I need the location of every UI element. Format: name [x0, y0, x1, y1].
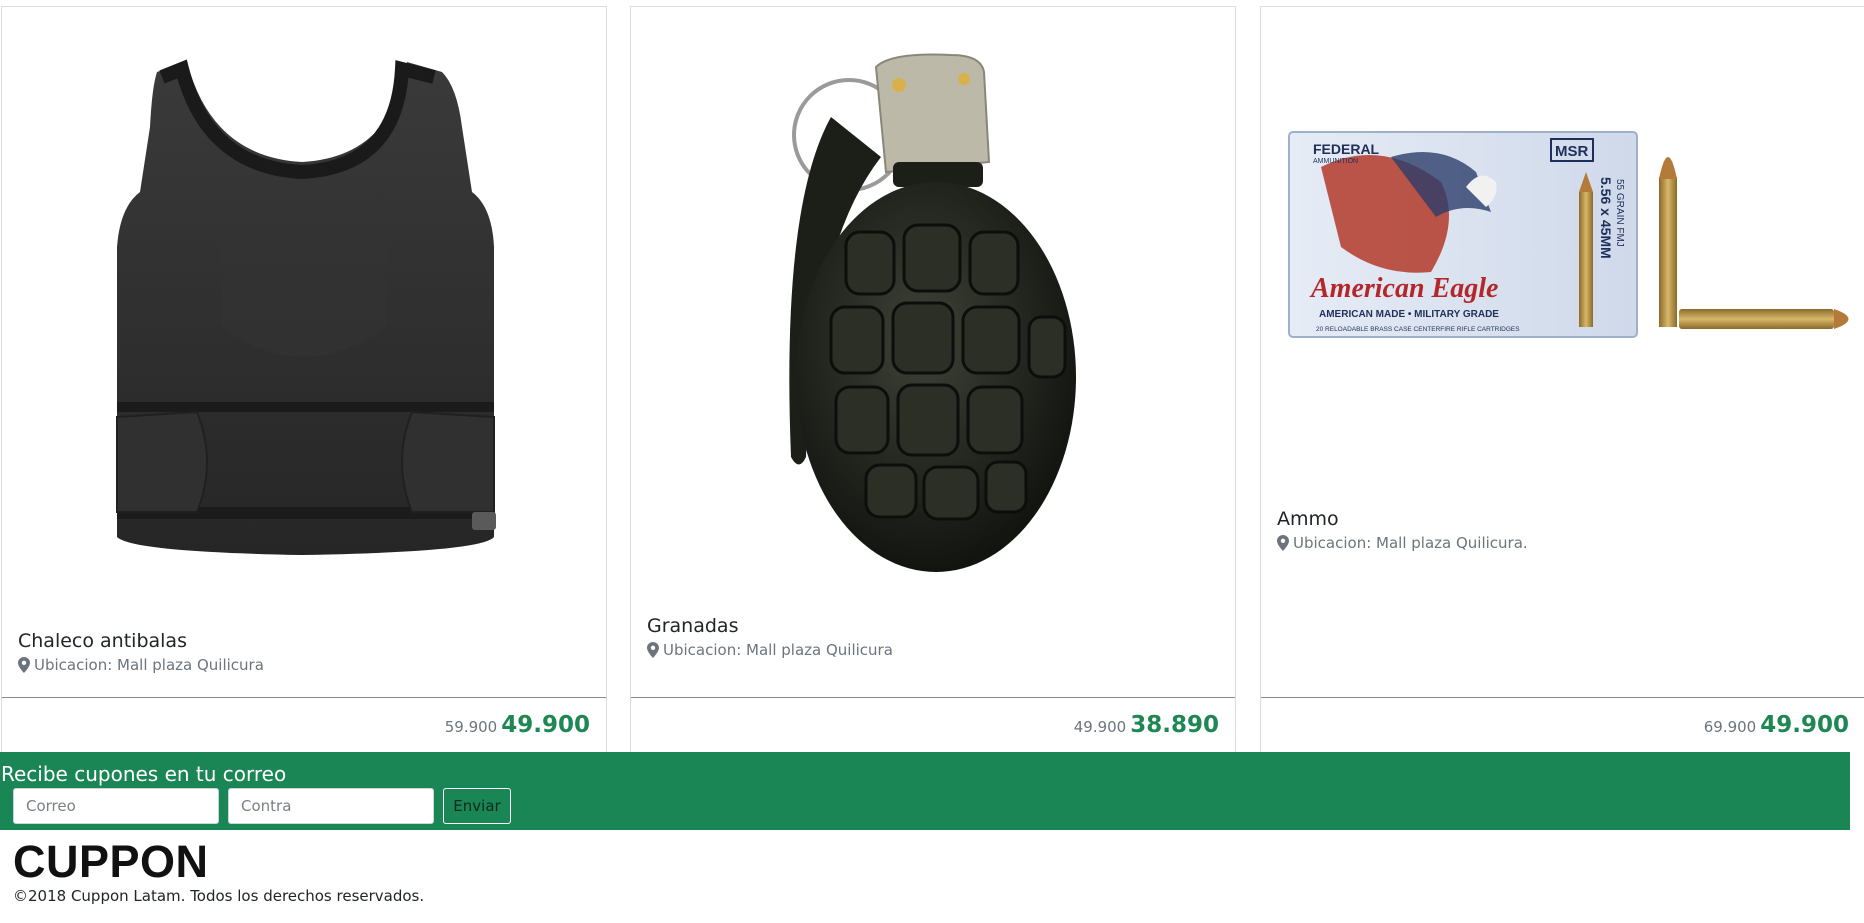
product-title[interactable]: Granadas	[647, 615, 738, 637]
product-card[interactable]: Chaleco antibalas Ubicacion: Mall plaza …	[1, 6, 607, 752]
ammo-name-text: American Eagle	[1309, 273, 1498, 304]
submit-button[interactable]: Enviar	[443, 788, 511, 824]
product-location-text: Ubicacion: Mall plaza Quilicura	[663, 641, 893, 659]
map-marker-icon	[18, 657, 30, 673]
product-card[interactable]: Granadas Ubicacion: Mall plaza Quilicura…	[630, 6, 1236, 752]
footer-logo: CUPPON	[13, 836, 209, 887]
map-marker-icon	[647, 642, 659, 658]
map-marker-icon	[1277, 535, 1289, 551]
old-price: 49.900	[1073, 718, 1127, 736]
ammo-caliber-text: 5.56 x 45MM	[1598, 177, 1614, 259]
product-card[interactable]: FEDERAL AMMUNITION MSR American Eagle AM…	[1260, 6, 1864, 752]
ammo-brand-text: FEDERAL	[1313, 141, 1380, 157]
product-location: Ubicacion: Mall plaza Quilicura	[647, 641, 893, 659]
product-title[interactable]: Ammo	[1277, 508, 1339, 530]
product-title[interactable]: Chaleco antibalas	[18, 630, 187, 652]
ammo-badge-text: MSR	[1555, 143, 1589, 160]
product-location: Ubicacion: Mall plaza Quilicura.	[1277, 534, 1528, 552]
old-price: 59.900	[444, 718, 498, 736]
card-footer: 69.900 49.900	[1261, 697, 1864, 753]
email-input[interactable]	[13, 788, 219, 824]
newsletter-title: Recibe cupones en tu correo	[1, 762, 287, 786]
password-input[interactable]	[228, 788, 434, 824]
ammo-brand-sub-text: AMMUNITION	[1313, 158, 1358, 165]
card-footer: 49.900 38.890	[631, 697, 1235, 753]
ammo-grain-text: 55 GRAIN FMJ	[1614, 179, 1625, 247]
ammo-footnote-text: 20 RELOADABLE BRASS CASE CENTERFIRE RIFL…	[1316, 326, 1520, 333]
product-location-text: Ubicacion: Mall plaza Quilicura	[34, 656, 264, 674]
price: 69.900 49.900	[1704, 712, 1849, 738]
ammunition-box-image[interactable]: FEDERAL AMMUNITION MSR American Eagle AM…	[1261, 7, 1864, 607]
current-price: 38.890	[1130, 712, 1219, 738]
product-location-text: Ubicacion: Mall plaza Quilicura.	[1293, 534, 1528, 552]
current-price: 49.900	[1760, 712, 1849, 738]
bulletproof-vest-image[interactable]	[2, 7, 606, 607]
newsletter-section: Recibe cupones en tu correo Enviar	[0, 752, 1850, 830]
card-footer: 59.900 49.900	[2, 697, 606, 753]
price: 59.900 49.900	[445, 712, 590, 738]
hand-grenade-image[interactable]	[631, 7, 1235, 607]
ammo-tagline-text: AMERICAN MADE • MILITARY GRADE	[1319, 309, 1499, 320]
copyright-text: ©2018 Cuppon Latam. Todos los derechos r…	[13, 887, 425, 905]
current-price: 49.900	[501, 712, 590, 738]
old-price: 69.900	[1703, 718, 1757, 736]
product-grid: Chaleco antibalas Ubicacion: Mall plaza …	[0, 0, 1864, 752]
price: 49.900 38.890	[1074, 712, 1219, 738]
product-location: Ubicacion: Mall plaza Quilicura	[18, 656, 264, 674]
